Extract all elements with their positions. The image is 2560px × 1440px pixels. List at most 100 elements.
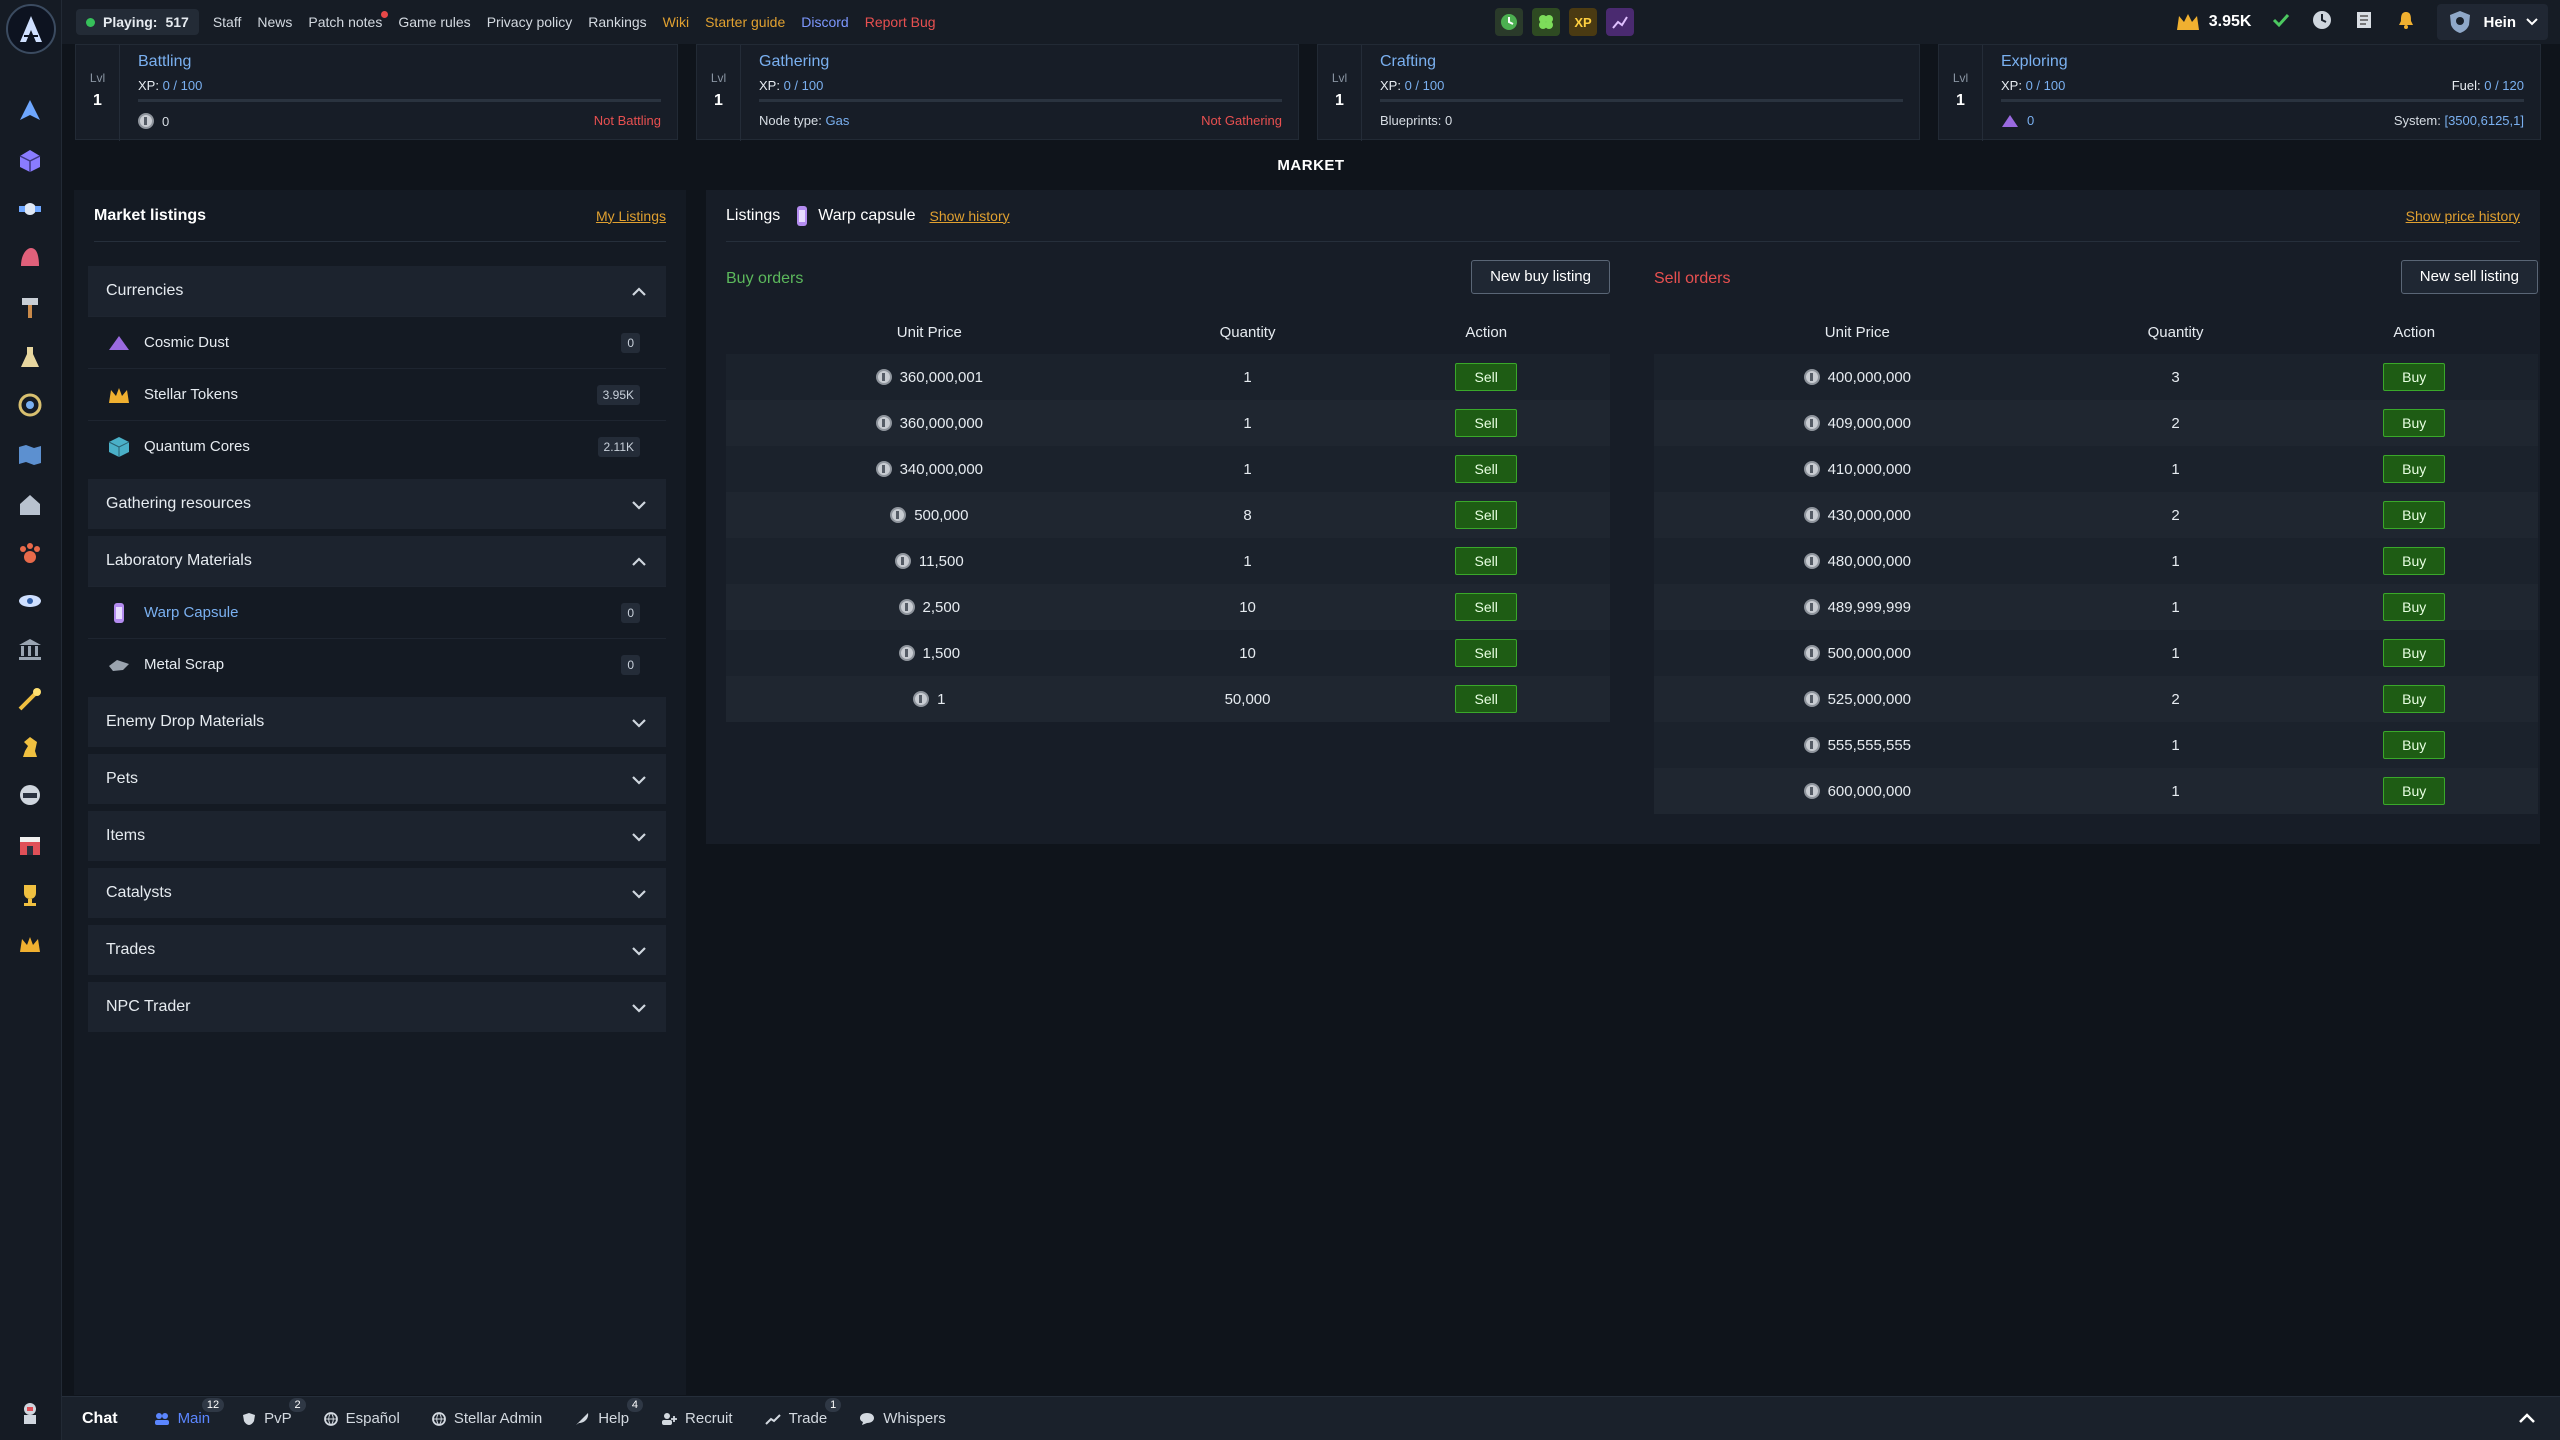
helmet-icon[interactable] — [15, 780, 45, 810]
table-row: 430,000,000 2 Buy — [1654, 492, 2538, 538]
game-logo[interactable] — [6, 4, 56, 54]
nav-link-label: News — [257, 14, 293, 30]
trophy-icon[interactable] — [15, 880, 45, 910]
crown-icon[interactable] — [15, 930, 45, 960]
category-header[interactable]: Laboratory Materials — [88, 536, 666, 586]
category-header[interactable]: Catalysts — [88, 868, 666, 918]
chat-tab-label: PvP — [264, 1410, 292, 1427]
hammer-icon[interactable] — [15, 292, 45, 322]
show-history-link[interactable]: Show history — [929, 208, 1009, 224]
category-item[interactable]: Warp Capsule 0 — [88, 586, 666, 638]
chat-title[interactable]: Chat — [82, 1410, 118, 1428]
stats-chart-icon[interactable] — [1606, 8, 1634, 36]
shop-icon[interactable] — [15, 830, 45, 860]
sell-button[interactable]: Sell — [1455, 455, 1518, 483]
buy-button[interactable]: Buy — [2383, 409, 2446, 437]
category-item[interactable]: Stellar Tokens 3.95K — [88, 368, 666, 420]
show-price-history-link[interactable]: Show price history — [2406, 208, 2520, 224]
xp-value: 0 / 100 — [1404, 78, 1445, 93]
nav-link-rankings[interactable]: Rankings — [580, 14, 654, 30]
check-icon[interactable] — [2271, 10, 2291, 34]
buy-button[interactable]: Buy — [2383, 731, 2446, 759]
bell-icon[interactable] — [2395, 9, 2417, 35]
buy-button[interactable]: Buy — [2383, 363, 2446, 391]
xp-boost-button[interactable]: XP — [1569, 8, 1597, 36]
buy-button[interactable]: Buy — [2383, 547, 2446, 575]
chat-tab-main[interactable]: Main 12 — [154, 1398, 225, 1427]
timer-boost-icon[interactable] — [1495, 8, 1523, 36]
nav-link-news[interactable]: News — [249, 14, 300, 30]
category-header[interactable]: Trades — [88, 925, 666, 975]
buy-button[interactable]: Buy — [2383, 685, 2446, 713]
new-buy-listing-button[interactable]: New buy listing — [1471, 260, 1610, 294]
notification-dot-icon — [381, 11, 389, 18]
chat-tab-stellar-admin[interactable]: Stellar Admin — [431, 1410, 542, 1427]
sell-button[interactable]: Sell — [1455, 547, 1518, 575]
listings-header: Listings Warp capsule Show history Show … — [726, 190, 2520, 242]
sell-button[interactable]: Sell — [1455, 409, 1518, 437]
nav-link-game-rules[interactable]: Game rules — [390, 14, 478, 30]
sell-button[interactable]: Sell — [1455, 639, 1518, 667]
nav-link-wiki[interactable]: Wiki — [655, 14, 697, 30]
nav-link-starter-guide[interactable]: Starter guide — [697, 14, 793, 30]
nav-link-patch-notes[interactable]: Patch notes — [300, 11, 390, 30]
flask-icon[interactable] — [15, 342, 45, 372]
stellar-tokens-balance[interactable]: 3.95K — [2175, 11, 2251, 33]
category-npc-trader: NPC Trader — [88, 982, 666, 1032]
chat-tab-español[interactable]: Español — [323, 1410, 400, 1427]
buy-button[interactable]: Buy — [2383, 593, 2446, 621]
category-catalysts: Catalysts — [88, 868, 666, 918]
chess-knight-icon[interactable] — [15, 732, 45, 762]
coin-icon — [898, 599, 915, 615]
wand-icon[interactable] — [15, 684, 45, 714]
cube-icon[interactable] — [15, 146, 45, 176]
category-header[interactable]: Pets — [88, 754, 666, 804]
category-item[interactable]: Quantum Cores 2.11K — [88, 420, 666, 472]
buy-button[interactable]: Buy — [2383, 639, 2446, 667]
buy-button[interactable]: Buy — [2383, 777, 2446, 805]
category-header[interactable]: Gathering resources — [88, 479, 666, 529]
ship-icon[interactable] — [15, 96, 45, 126]
home-icon[interactable] — [15, 490, 45, 520]
target-icon[interactable] — [15, 390, 45, 420]
chevron-up-icon[interactable] — [2518, 1411, 2536, 1428]
category-header[interactable]: Items — [88, 811, 666, 861]
category-item[interactable]: Metal Scrap 0 — [88, 638, 666, 690]
clock-icon[interactable] — [2311, 9, 2333, 35]
new-sell-listing-button[interactable]: New sell listing — [2400, 260, 2538, 294]
bank-icon[interactable] — [15, 634, 45, 664]
scroll-icon[interactable] — [2353, 9, 2375, 35]
sell-button[interactable]: Sell — [1455, 593, 1518, 621]
astronaut-icon[interactable] — [15, 1398, 45, 1428]
buy-button[interactable]: Buy — [2383, 455, 2446, 483]
online-dot-icon — [86, 17, 95, 27]
sell-button[interactable]: Sell — [1455, 501, 1518, 529]
chat-tab-whispers[interactable]: Whispers — [859, 1410, 946, 1427]
category-item[interactable]: Cosmic Dust 0 — [88, 316, 666, 368]
buy-button[interactable]: Buy — [2383, 501, 2446, 529]
unit-price: 489,999,999 — [1827, 598, 1912, 616]
sell-button[interactable]: Sell — [1455, 685, 1518, 713]
eye-icon[interactable] — [15, 586, 45, 616]
category-header[interactable]: Currencies — [88, 266, 666, 316]
nav-link-discord[interactable]: Discord — [793, 14, 856, 30]
chat-tab-help[interactable]: Help 4 — [574, 1398, 644, 1427]
paw-icon[interactable] — [15, 538, 45, 568]
my-listings-link[interactable]: My Listings — [596, 208, 666, 224]
sell-button[interactable]: Sell — [1455, 363, 1518, 391]
nav-link-report-bug[interactable]: Report Bug — [857, 14, 944, 30]
category-header[interactable]: Enemy Drop Materials — [88, 697, 666, 747]
unread-count-badge: 4 — [626, 1398, 644, 1412]
category-header[interactable]: NPC Trader — [88, 982, 666, 1032]
table-row: 11,500 1 Sell — [726, 538, 1610, 584]
nav-link-staff[interactable]: Staff — [205, 14, 250, 30]
creature-icon[interactable] — [15, 242, 45, 272]
chat-tab-trade[interactable]: Trade 1 — [764, 1398, 842, 1427]
clover-icon[interactable] — [1532, 8, 1560, 36]
nav-link-privacy-policy[interactable]: Privacy policy — [479, 14, 581, 30]
map-icon[interactable] — [15, 440, 45, 470]
chat-tab-pvp[interactable]: PvP 2 — [242, 1398, 306, 1427]
user-menu[interactable]: Hein — [2437, 4, 2548, 40]
satellite-icon[interactable] — [15, 194, 45, 224]
chat-tab-recruit[interactable]: Recruit — [661, 1410, 733, 1427]
